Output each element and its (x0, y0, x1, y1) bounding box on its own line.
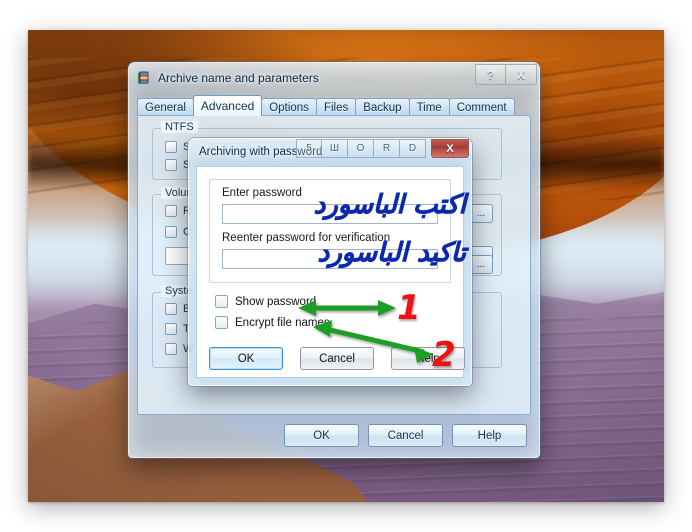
main-dialog-buttons[interactable]: OK Cancel Help (284, 424, 527, 447)
titlebar-letter-4[interactable]: R (374, 139, 400, 158)
tab-general[interactable]: General (137, 98, 194, 116)
password-dialog-titlebar[interactable]: Archiving with password 5 Ш O R D X (189, 139, 471, 165)
checkbox-box (165, 205, 177, 217)
titlebar-letter-3[interactable]: O (348, 139, 374, 158)
password-fields-group: Enter password Reenter password for veri… (209, 179, 451, 283)
main-titlebar-buttons[interactable]: ? X (475, 64, 537, 86)
password-dialog-titlebar-buttons[interactable]: 5 Ш O R D X (296, 139, 469, 158)
checkbox-box (215, 295, 228, 308)
help-button[interactable]: Help (452, 424, 527, 447)
titlebar-letter-1[interactable]: 5 (296, 139, 322, 158)
cancel-button[interactable]: Cancel (300, 347, 374, 370)
checkbox-box (165, 141, 177, 153)
checkbox-box (165, 159, 177, 171)
show-password-label: Show password (235, 295, 317, 308)
close-icon[interactable]: X (431, 139, 469, 158)
tab-files[interactable]: Files (315, 98, 357, 116)
tab-advanced[interactable]: Advanced (192, 95, 263, 116)
tab-time[interactable]: Time (408, 98, 450, 116)
checkbox-box (165, 343, 177, 355)
checkbox-ntfs-2[interactable]: S (165, 159, 190, 171)
show-password-checkbox[interactable]: Show password (215, 295, 316, 308)
checkbox-ntfs-1[interactable]: S (165, 141, 190, 153)
ok-button[interactable]: OK (209, 347, 283, 370)
enter-password-label: Enter password (222, 187, 302, 199)
checkbox-box (215, 316, 228, 329)
close-button[interactable]: X (506, 64, 537, 85)
password-dialog-body: Enter password Reenter password for veri… (196, 166, 465, 378)
browse-button-1[interactable]: ... (469, 204, 493, 223)
tab-options[interactable]: Options (261, 98, 317, 116)
checkbox-box (165, 226, 177, 238)
encrypt-file-names-label: Encrypt file names (235, 316, 330, 329)
help-button[interactable]: ? (475, 64, 506, 85)
ok-button[interactable]: OK (284, 424, 359, 447)
main-titlebar[interactable]: Archive name and parameters ? X (129, 63, 539, 93)
reenter-password-input[interactable] (222, 249, 438, 269)
group-ntfs-label: NTFS (161, 121, 198, 133)
tab-strip[interactable]: General Advanced Options Files Backup Ti… (137, 95, 515, 116)
encrypt-file-names-checkbox[interactable]: Encrypt file names (215, 316, 330, 329)
titlebar-letter-5[interactable]: D (400, 139, 426, 158)
tab-comment[interactable]: Comment (448, 98, 515, 116)
main-window-title: Archive name and parameters (158, 71, 319, 85)
reenter-password-label: Reenter password for verification (222, 232, 391, 244)
help-button[interactable]: Help (391, 347, 465, 370)
checkbox-box (165, 323, 177, 335)
cancel-button[interactable]: Cancel (368, 424, 443, 447)
checkbox-box (165, 303, 177, 315)
winrar-books-icon (136, 70, 152, 86)
browse-button-3[interactable]: ... (469, 255, 493, 274)
archiving-with-password-dialog[interactable]: Archiving with password 5 Ш O R D X Ente… (188, 138, 472, 386)
checkbox-system-2[interactable]: T (165, 323, 190, 335)
tab-backup[interactable]: Backup (355, 98, 410, 116)
checkbox-system-1[interactable]: B (165, 303, 190, 315)
enter-password-input[interactable] (222, 204, 438, 224)
screenshot-root: Archive name and parameters ? X General … (0, 0, 692, 532)
titlebar-letter-2[interactable]: Ш (322, 139, 348, 158)
